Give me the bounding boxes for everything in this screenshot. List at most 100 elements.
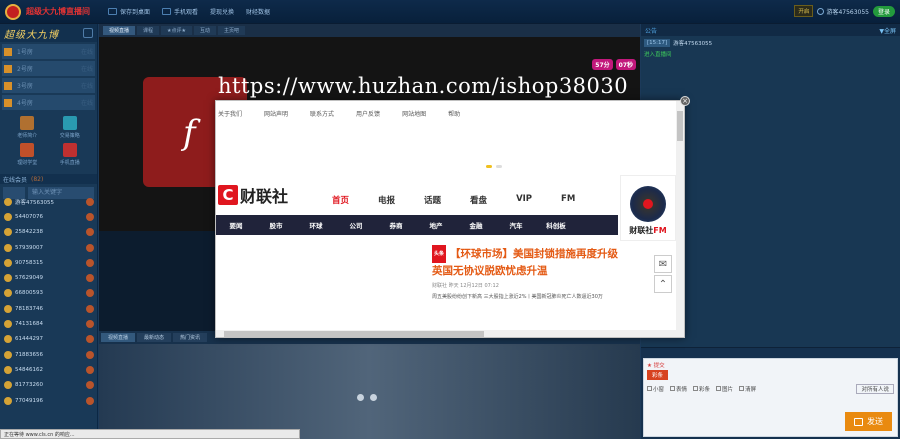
image-option[interactable]: 图片 [716,385,733,393]
toggle-badge[interactable]: 开启 [794,5,814,17]
cat-realestate[interactable]: 地产 [416,220,456,230]
user-list-item[interactable]: 66800593 [0,286,98,301]
recipient-select[interactable]: 对所有人说 [856,384,894,394]
carousel-dot[interactable] [370,394,377,401]
back-to-top-icon[interactable]: ⌃ [654,275,672,293]
tab-home[interactable]: 主页吧 [218,26,246,35]
clear-option[interactable]: 清屏 [739,385,756,393]
phone-icon [62,143,77,157]
cat-global[interactable]: 环球 [296,220,336,230]
banner-image [99,344,640,439]
withdraw-link[interactable]: 提现兑换 [210,7,234,16]
room-item[interactable]: 2号房 在线 [2,61,95,76]
mobile-live-tool[interactable]: 手机直播 [51,143,90,166]
sidebar-title: 超级大九博 [4,29,59,41]
nav-statement[interactable]: 网站声明 [264,109,288,118]
tab-interact[interactable]: 互动 [194,26,217,35]
nav-help[interactable]: 帮助 [448,109,460,118]
popup-close-icon[interactable]: × [680,96,690,106]
user-list-item[interactable]: 54407076 [0,209,98,224]
user-list-item[interactable]: 游客47563055 [0,194,98,209]
teacher-intro-tool[interactable]: 老师简介 [8,116,47,139]
user-icon [817,7,825,15]
guest-name[interactable]: 游客47563055 [817,7,869,16]
tab-hot[interactable]: 热门资讯 [173,333,208,342]
user-list-item[interactable]: 77049196 [0,393,98,408]
user-list-item[interactable]: 78183746 [0,301,98,316]
news-popup: 关于我们 网站声明 联系方式 用户反馈 网站地图 帮助 C 财联社 首页 电报 … [215,100,685,338]
avatar [4,258,12,267]
send-button[interactable]: 发送 [845,412,892,431]
cat-finance[interactable]: 金融 [456,220,496,230]
fm-player[interactable]: 财联社FM [620,175,676,241]
user-list-item[interactable]: 74131684 [0,316,98,331]
carousel-dot[interactable] [357,394,364,401]
tab-review[interactable]: ★点评★ [161,26,192,35]
tab-news[interactable]: 最新动态 [137,333,172,342]
room-item[interactable]: 3号房 在线 [2,78,95,93]
cat-stocks[interactable]: 股市 [256,220,296,230]
nav-feedback[interactable]: 用户反馈 [356,109,380,118]
room-item[interactable]: 1号房 在线 [2,44,95,59]
wechat-icon[interactable]: ✉ [654,255,672,273]
emoji-option[interactable]: 表情 [670,385,687,393]
room-item[interactable]: 4号房 在线 [2,95,95,110]
nav-sitemap[interactable]: 网站地图 [402,109,426,118]
cls-nav-fm[interactable]: FM [561,194,575,206]
small-window-option[interactable]: 小窗 [647,385,664,393]
chat-message: [15:17] 游客47563055 [644,39,897,47]
menu-icon[interactable] [83,28,93,38]
chat-header: 公告 ▼全屏 [641,24,900,36]
side-buttons: ✉ ⌃ [648,253,678,323]
cat-headlines[interactable]: 要闻 [216,220,256,230]
user-list-item[interactable]: 57629049 [0,270,98,285]
vertical-scrollbar[interactable] [676,101,684,337]
nav-about[interactable]: 关于我们 [218,109,242,118]
user-list-item[interactable]: 81773260 [0,378,98,393]
user-list-item[interactable]: 90758315 [0,255,98,270]
tab-live-bottom[interactable]: 视频直播 [101,333,136,342]
fullscreen-toggle[interactable]: ▼全屏 [879,26,896,35]
user-name: 81773260 [15,382,43,389]
cls-nav-market[interactable]: 看盘 [470,194,487,206]
horizontal-scrollbar[interactable] [216,330,678,337]
cls-logo[interactable]: C 财联社 [218,183,288,207]
avatar [4,365,12,374]
headline-story[interactable]: 头条 【环球市场】美国封锁措施再度升级 英国无协议脱欧忧虑升温 财联社 昨天 12… [432,245,632,302]
site-logo[interactable] [5,3,21,20]
login-button[interactable]: 登录 [872,5,895,17]
user-list: 游客47563055 54407076 25842238 57939007 907583… [0,194,98,408]
cls-nav-topics[interactable]: 话题 [424,194,441,206]
cls-nav-telegraph[interactable]: 电报 [378,194,395,206]
carousel-dot[interactable] [496,165,502,168]
mobile-link[interactable]: 手机观看 [162,7,198,16]
user-name: 54846162 [15,366,43,373]
user-list-item[interactable]: 57939007 [0,240,98,255]
tab-course[interactable]: 课程 [137,26,160,35]
cat-star-market[interactable]: 科创板 [536,220,576,230]
nav-contact[interactable]: 联系方式 [310,109,334,118]
cat-company[interactable]: 公司 [336,220,376,230]
school-tool[interactable]: 理财学堂 [8,143,47,166]
top-bar: 超级大九博直播间 保存到桌面 手机观看 提现兑换 财经数据 开启 游客47563… [0,0,900,24]
user-list-item[interactable]: 25842238 [0,225,98,240]
cat-brokers[interactable]: 券商 [376,220,416,230]
save-desktop-link[interactable]: 保存到桌面 [108,7,150,16]
finance-data-link[interactable]: 财经数据 [246,7,270,16]
cls-logo-icon: C [218,185,238,205]
room-icon [4,81,12,90]
cat-auto[interactable]: 汽车 [496,220,536,230]
cls-main-nav: 首页 电报 话题 看盘 VIP FM [332,194,575,206]
user-list-item[interactable]: 61444297 [0,332,98,347]
cls-nav-vip[interactable]: VIP [516,194,532,206]
strategy-tool[interactable]: 交易策略 [51,116,90,139]
color-bar-button[interactable]: 彩条 [647,370,669,380]
cls-nav-home[interactable]: 首页 [332,194,349,206]
colorbar-option[interactable]: 彩条 [693,385,710,393]
tab-live[interactable]: 视频直播 [103,26,136,35]
carousel-dot[interactable] [486,165,492,168]
user-list-item[interactable]: 71883656 [0,347,98,362]
user-name: 61444297 [15,336,43,343]
user-list-item[interactable]: 54846162 [0,362,98,377]
avatar [4,274,12,283]
